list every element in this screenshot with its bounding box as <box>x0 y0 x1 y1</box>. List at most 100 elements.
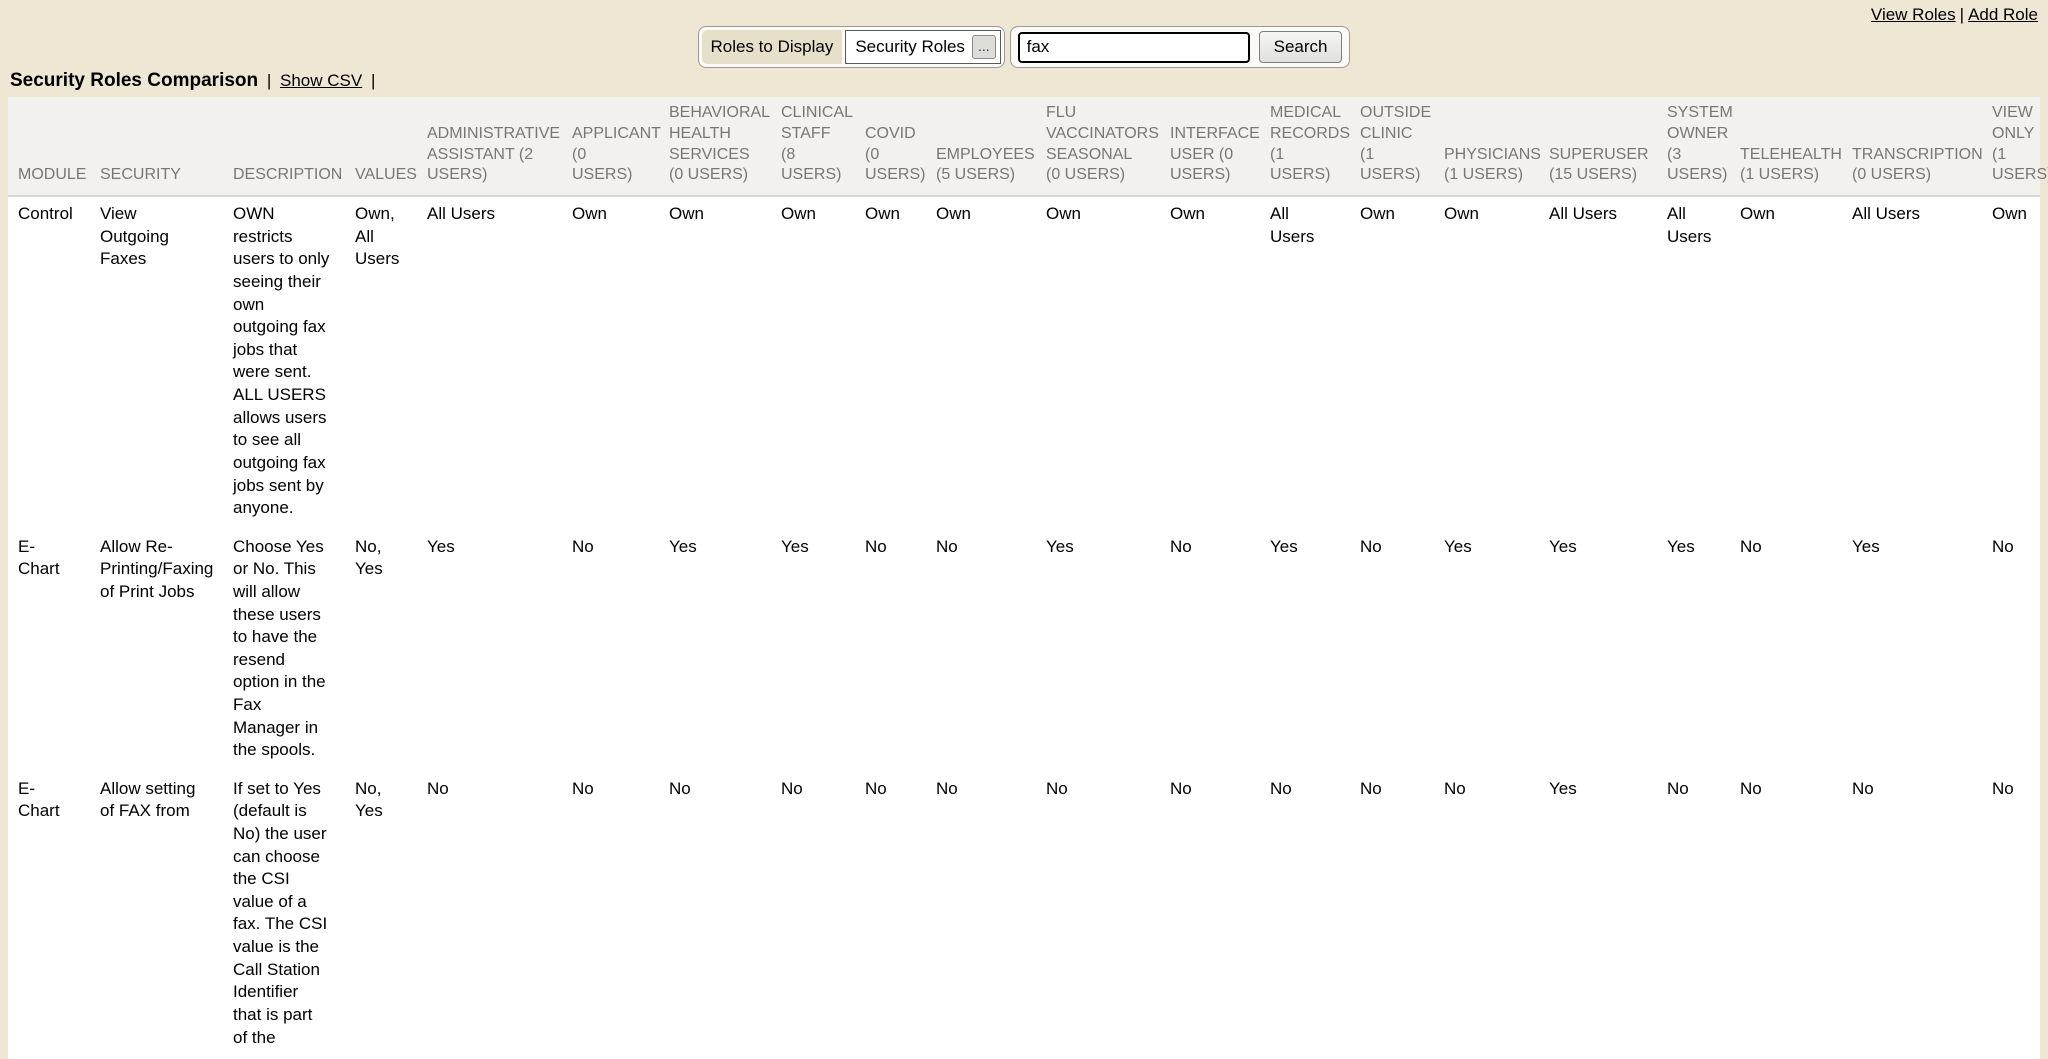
role-value-cell: Own <box>1434 196 1539 530</box>
roles-picker-value: Security Roles <box>855 37 965 57</box>
table-row: ControlView Outgoing FaxesOWN restricts … <box>8 196 2040 530</box>
column-header: OUTSIDE CLINIC (1 USERS) <box>1350 97 1434 196</box>
top-links-separator: | <box>1960 5 1964 24</box>
column-header: COVID (0 USERS) <box>855 97 926 196</box>
role-value-cell: No <box>1730 530 1842 772</box>
column-header: FLU VACCINATORS SEASONAL (0 USERS) <box>1036 97 1160 196</box>
role-value-cell: Yes <box>659 530 771 772</box>
role-value-cell: Yes <box>771 530 855 772</box>
add-role-link[interactable]: Add Role <box>1968 5 2038 24</box>
role-value-cell: No <box>1350 772 1434 1059</box>
column-header: MEDICAL RECORDS (1 USERS) <box>1260 97 1350 196</box>
role-value-cell: No <box>417 772 562 1059</box>
roles-picker[interactable]: Security Roles ... <box>845 30 1000 64</box>
roles-picker-ellipsis-button[interactable]: ... <box>972 35 996 59</box>
description-cell: If set to Yes (default is No) the user c… <box>223 772 345 1059</box>
title-separator: | <box>371 71 375 90</box>
search-group: Search <box>1010 26 1351 68</box>
role-value-cell: Own <box>1160 196 1260 530</box>
title-separator: | <box>267 71 271 90</box>
role-value-cell: All Users <box>417 196 562 530</box>
column-header: PHYSICIANS (1 USERS) <box>1434 97 1539 196</box>
top-links: View Roles|Add Role <box>1871 5 2038 25</box>
column-header: MODULE <box>8 97 90 196</box>
role-value-cell: Own <box>771 196 855 530</box>
role-value-cell: No <box>855 772 926 1059</box>
role-value-cell: Own <box>1982 196 2040 530</box>
values-cell: Own, All Users <box>345 196 417 530</box>
top-bar: View Roles|Add Role Roles to Display Sec… <box>0 0 2048 70</box>
role-value-cell: Yes <box>1260 530 1350 772</box>
column-header: CLINICAL STAFF (8 USERS) <box>771 97 855 196</box>
header-row: MODULESECURITYDESCRIPTIONVALUESADMINISTR… <box>8 97 2040 196</box>
role-value-cell: No <box>562 530 659 772</box>
column-header: SYSTEM OWNER (3 USERS) <box>1657 97 1730 196</box>
role-value-cell: Yes <box>1657 530 1730 772</box>
roles-to-display-label: Roles to Display <box>702 30 843 64</box>
module-cell: E-Chart <box>8 772 90 1059</box>
role-value-cell: No <box>926 772 1036 1059</box>
values-cell: No, Yes <box>345 772 417 1059</box>
role-value-cell: No <box>1982 530 2040 772</box>
role-value-cell: No <box>1842 772 1982 1059</box>
role-value-cell: Own <box>562 196 659 530</box>
search-button[interactable]: Search <box>1259 31 1343 63</box>
role-value-cell: No <box>855 530 926 772</box>
role-value-cell: All Users <box>1657 196 1730 530</box>
role-value-cell: All Users <box>1539 196 1657 530</box>
show-csv-link[interactable]: Show CSV <box>280 71 362 90</box>
values-cell: No, Yes <box>345 530 417 772</box>
column-header: VALUES <box>345 97 417 196</box>
role-value-cell: No <box>1434 772 1539 1059</box>
security-cell: View Outgoing Faxes <box>90 196 223 530</box>
role-value-cell: Yes <box>417 530 562 772</box>
description-cell: Choose Yes or No. This will allow these … <box>223 530 345 772</box>
role-value-cell: Own <box>855 196 926 530</box>
column-header: VIEW ONLY (1 USERS) <box>1982 97 2040 196</box>
role-value-cell: No <box>1260 772 1350 1059</box>
role-value-cell: Own <box>926 196 1036 530</box>
column-header: ADMINISTRATIVE ASSISTANT (2 USERS) <box>417 97 562 196</box>
column-header: TRANSCRIPTION (0 USERS) <box>1842 97 1982 196</box>
table-body: ControlView Outgoing FaxesOWN restricts … <box>8 196 2040 1059</box>
description-cell: OWN restricts users to only seeing their… <box>223 196 345 530</box>
role-value-cell: No <box>562 772 659 1059</box>
security-cell: Allow Re-Printing/Faxing of Print Jobs <box>90 530 223 772</box>
table-row: E-ChartAllow setting of FAX fromIf set t… <box>8 772 2040 1059</box>
page-title: Security Roles Comparison <box>10 70 258 91</box>
column-header: TELEHEALTH (1 USERS) <box>1730 97 1842 196</box>
role-value-cell: No <box>1350 530 1434 772</box>
title-row: Security Roles Comparison | Show CSV | <box>10 70 2048 92</box>
column-header: SUPERUSER (15 USERS) <box>1539 97 1657 196</box>
roles-to-display-group: Roles to Display Security Roles ... <box>698 26 1005 68</box>
toolbar: Roles to Display Security Roles ... Sear… <box>0 26 2048 68</box>
role-value-cell: Yes <box>1434 530 1539 772</box>
security-roles-comparison-table: MODULESECURITYDESCRIPTIONVALUESADMINISTR… <box>8 97 2040 1059</box>
column-header: INTERFACE USER (0 USERS) <box>1160 97 1260 196</box>
column-header: APPLICANT (0 USERS) <box>562 97 659 196</box>
search-input[interactable] <box>1018 32 1250 63</box>
column-header: DESCRIPTION <box>223 97 345 196</box>
column-header: EMPLOYEES (5 USERS) <box>926 97 1036 196</box>
role-value-cell: Yes <box>1842 530 1982 772</box>
role-value-cell: All Users <box>1260 196 1350 530</box>
role-value-cell: All Users <box>1842 196 1982 530</box>
column-header: BEHAVIORAL HEALTH SERVICES (0 USERS) <box>659 97 771 196</box>
role-value-cell: Yes <box>1539 772 1657 1059</box>
view-roles-link[interactable]: View Roles <box>1871 5 1956 24</box>
column-header: SECURITY <box>90 97 223 196</box>
role-value-cell: Own <box>659 196 771 530</box>
role-value-cell: No <box>1730 772 1842 1059</box>
table-header: MODULESECURITYDESCRIPTIONVALUESADMINISTR… <box>8 97 2040 196</box>
role-value-cell: No <box>1160 530 1260 772</box>
role-value-cell: No <box>1982 772 2040 1059</box>
role-value-cell: No <box>659 772 771 1059</box>
role-value-cell: No <box>1160 772 1260 1059</box>
role-value-cell: No <box>771 772 855 1059</box>
role-value-cell: Yes <box>1036 530 1160 772</box>
role-value-cell: No <box>1036 772 1160 1059</box>
role-value-cell: Yes <box>1539 530 1657 772</box>
table-row: E-ChartAllow Re-Printing/Faxing of Print… <box>8 530 2040 772</box>
module-cell: Control <box>8 196 90 530</box>
role-value-cell: Own <box>1730 196 1842 530</box>
